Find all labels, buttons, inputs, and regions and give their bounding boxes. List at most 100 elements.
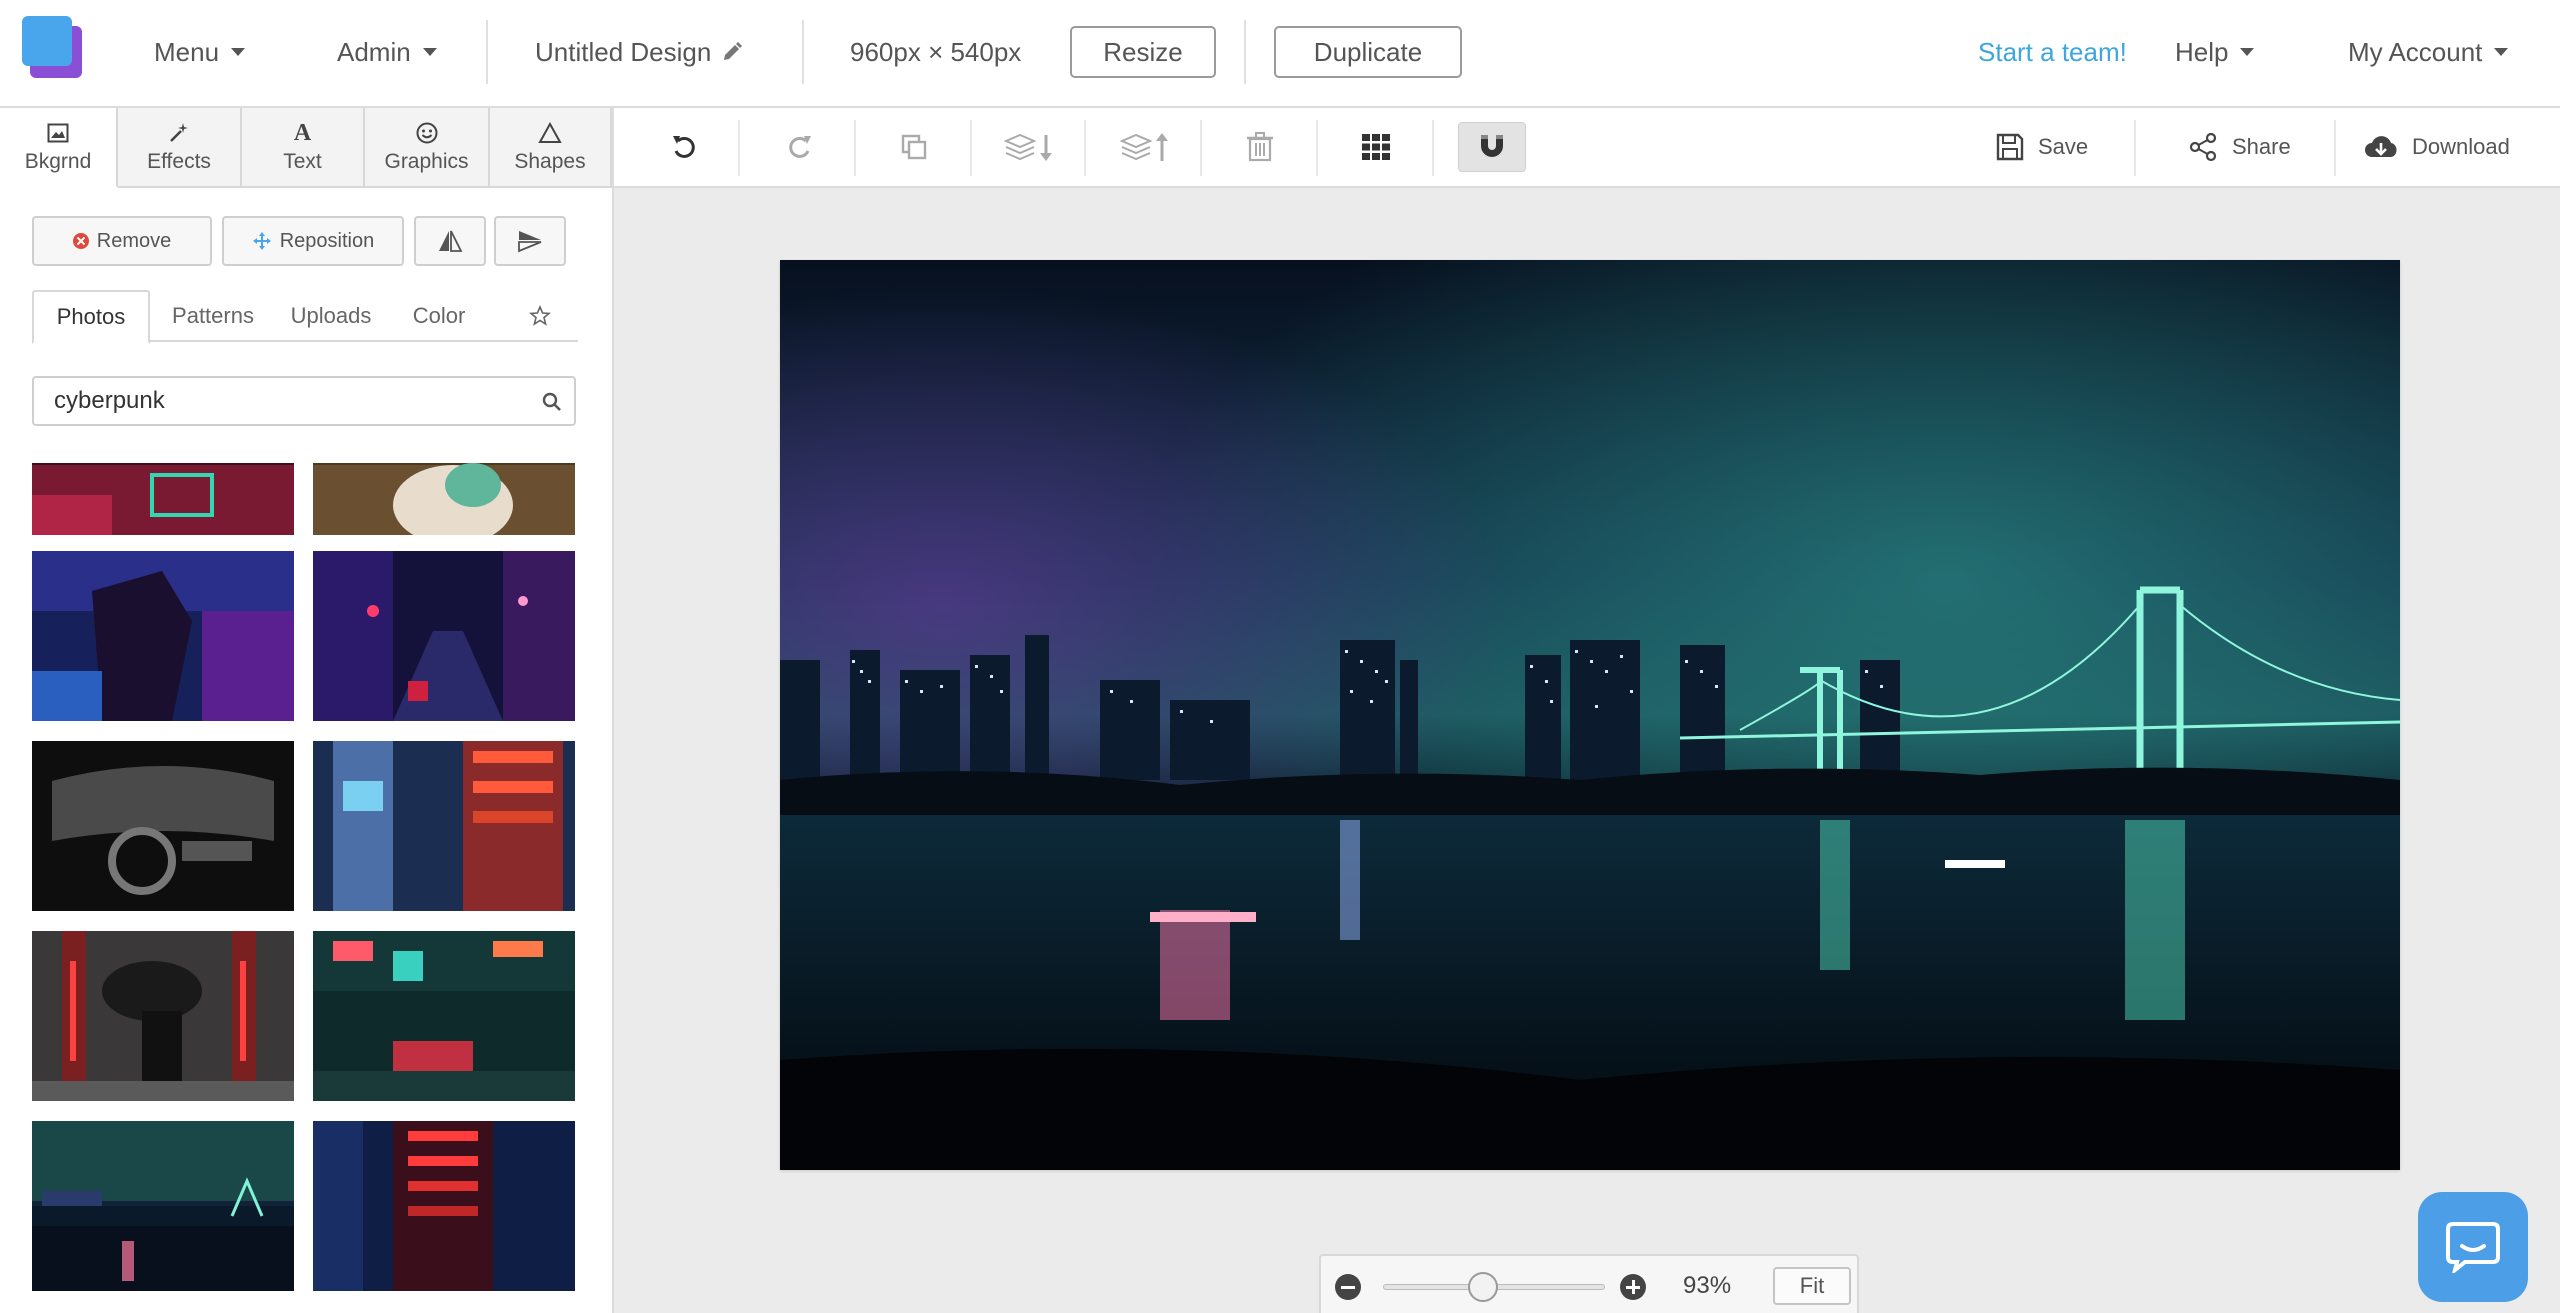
toolbar-divider [970,120,972,176]
menu-caret-icon [231,48,246,56]
photo-thumbnail[interactable] [32,551,294,721]
toolbar-divider [1316,120,1318,176]
photo-thumbnail[interactable] [313,551,575,721]
undo-button[interactable] [654,122,714,172]
canvas-dimensions: 960px × 540px [850,36,1022,67]
left-panel: Bkgrnd Effects A Text Graphics Shapes Re [0,108,614,1313]
photo-thumbnail[interactable] [32,741,294,911]
toolbar-divider [854,120,856,176]
header-divider [1244,20,1246,84]
zoom-percent: 93% [1683,1272,1732,1299]
pencil-icon[interactable] [721,41,743,63]
photo-thumbnail[interactable] [32,463,294,535]
design-canvas[interactable] [780,260,2400,1170]
remove-button[interactable]: Remove [32,216,212,266]
reposition-button[interactable]: Reposition [222,216,404,266]
download-label: Download [2412,134,2510,159]
zoom-in-icon[interactable] [1620,1274,1646,1300]
design-title-text: Untitled Design [535,36,712,67]
zoom-fit-button[interactable]: Fit [1773,1267,1851,1305]
snap-magnet-button[interactable] [1458,122,1526,172]
save-label: Save [2038,134,2089,159]
tab-label: Bkgrnd [24,150,92,173]
zoom-slider-handle[interactable] [1467,1272,1498,1302]
photo-thumbnail[interactable] [313,1121,575,1291]
favorites-star-icon[interactable] [510,290,570,342]
delete-button[interactable] [1230,122,1290,172]
tab-text[interactable]: A Text [242,108,365,188]
panel-tabs: Bkgrnd Effects A Text Graphics Shapes [0,108,612,188]
tab-label: Shapes [514,150,586,173]
top-header: Menu Admin Untitled Design 960px × 540px… [0,0,2560,108]
tab-label: Graphics [384,150,469,173]
start-team-link[interactable]: Start a team! [1978,30,2127,74]
design-title[interactable]: Untitled Design [535,30,743,74]
photo-thumbnail[interactable] [32,1121,294,1291]
photo-thumbnail[interactable] [313,931,575,1101]
undo-icon [673,136,695,158]
account-caret-icon [2494,48,2509,56]
tab-effects[interactable]: Effects [118,108,242,188]
copy-icon [901,134,927,160]
tab-color[interactable]: Color [396,290,482,342]
tab-label: Text [283,150,322,173]
help-dropdown[interactable]: Help [2175,30,2255,74]
flip-vertical-button[interactable] [494,216,566,266]
editor-toolbar: Save Share Download [614,108,2560,188]
grid-icon [1362,134,1390,160]
duplicate-button[interactable]: Duplicate [1274,26,1462,78]
photo-results [0,463,612,1313]
workspace: Save Share Download 93% Fit [614,108,2560,1313]
chat-bubble-icon [2446,1222,2500,1273]
smiley-icon [415,120,439,146]
search-input[interactable] [54,386,514,416]
photo-thumbnail[interactable] [313,463,575,535]
reposition-label: Reposition [279,229,375,252]
bring-forward-button[interactable] [1116,122,1176,172]
flip-horizontal-button[interactable] [414,216,486,266]
remove-icon [72,233,89,249]
header-divider [486,20,488,84]
tab-patterns[interactable]: Patterns [156,290,270,342]
admin-dropdown[interactable]: Admin [337,30,437,74]
triangle-icon [538,120,562,146]
magnet-icon [1481,135,1503,157]
app-logo[interactable] [22,16,84,78]
copy-button[interactable] [884,122,944,172]
toolbar-divider [1432,120,1434,176]
text-a-icon: A [293,120,312,146]
save-button[interactable]: Save [1996,122,2088,172]
source-tabs: Photos Patterns Uploads Color [32,290,578,344]
tab-graphics[interactable]: Graphics [365,108,490,188]
share-label: Share [2232,134,2291,159]
account-label: My Account [2348,36,2483,67]
photo-thumbnail[interactable] [32,931,294,1101]
photo-thumbnail[interactable] [313,741,575,911]
toolbar-divider [1084,120,1086,176]
account-dropdown[interactable]: My Account [2348,30,2509,74]
tab-uploads[interactable]: Uploads [276,290,386,342]
admin-label: Admin [337,36,411,67]
search-icon[interactable] [542,392,562,412]
layer-down-icon [1004,133,1052,161]
grid-button[interactable] [1346,122,1406,172]
tab-bkgrnd[interactable]: Bkgrnd [0,108,118,188]
share-button[interactable]: Share [2188,122,2291,172]
tab-label: Effects [147,150,211,173]
menu-label: Menu [154,36,220,67]
zoom-out-icon[interactable] [1335,1274,1361,1300]
background-photo [780,260,2400,1170]
help-caret-icon [2240,48,2255,56]
admin-caret-icon [422,48,437,56]
redo-button[interactable] [770,122,830,172]
help-label: Help [2175,36,2229,67]
share-icon [2189,132,2217,162]
remove-label: Remove [96,229,172,252]
tab-photos[interactable]: Photos [32,290,150,344]
support-chat-button[interactable] [2418,1192,2528,1302]
resize-button[interactable]: Resize [1070,26,1216,78]
download-button[interactable]: Download [2364,122,2510,172]
send-backward-button[interactable] [1000,122,1060,172]
menu-dropdown[interactable]: Menu [154,30,246,74]
tab-shapes[interactable]: Shapes [490,108,612,188]
